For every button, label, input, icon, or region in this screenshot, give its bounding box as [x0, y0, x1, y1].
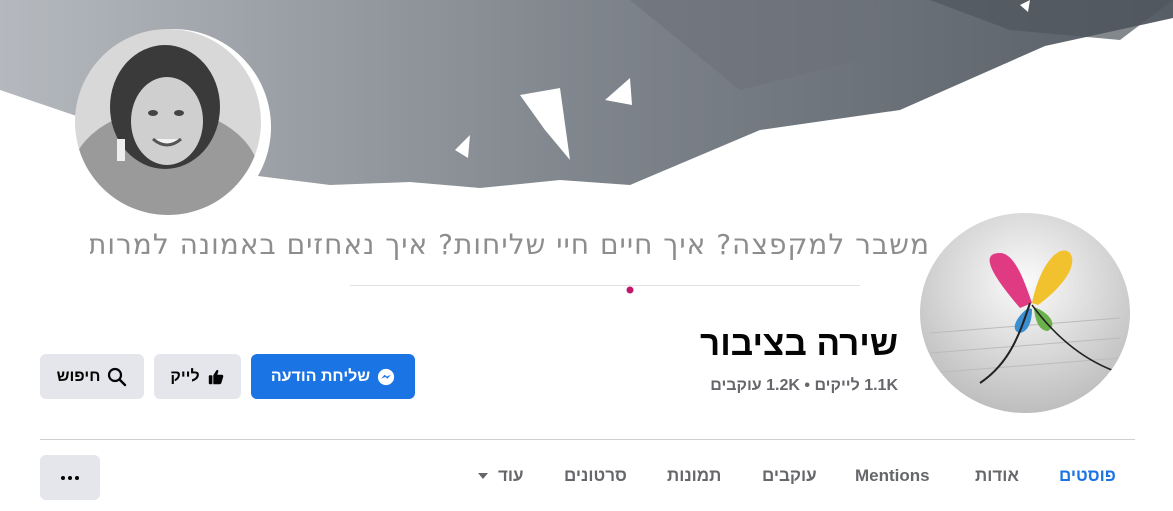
search-label: חיפוש: [56, 367, 101, 385]
more-dots-icon-dot: [68, 475, 72, 480]
search-icon: [108, 367, 127, 386]
search-button[interactable]: חיפוש: [40, 354, 144, 399]
caret-down-icon: [478, 473, 488, 479]
tab-mentions[interactable]: Mentions: [855, 466, 930, 486]
tab-more-label: עוד: [498, 466, 524, 485]
tab-more[interactable]: עוד: [478, 466, 524, 486]
like-button[interactable]: לייק: [154, 354, 241, 399]
stats-separator: •: [804, 377, 810, 394]
tab-photos[interactable]: תמונות: [667, 466, 721, 486]
cover-tagline: משבר למקפצה? איך חיים חיי שליחות? איך נא…: [90, 228, 930, 261]
more-dots-icon-dot: [75, 475, 79, 480]
thumbs-up-icon: [208, 369, 223, 384]
like-label: לייק: [170, 367, 200, 385]
more-options-button[interactable]: [40, 455, 100, 500]
send-message-label: שליחת הודעה: [270, 367, 371, 385]
tab-followers[interactable]: עוקבים: [762, 466, 817, 486]
tab-posts[interactable]: פוסטים: [1059, 466, 1116, 486]
page-title: שירה בציבור: [700, 324, 898, 363]
send-message-button[interactable]: שליחת הודעה: [251, 354, 415, 399]
likes-count[interactable]: 1.1K לייקים: [814, 377, 898, 394]
followers-count[interactable]: 1.2K עוקבים: [710, 377, 800, 394]
butterfly-logo-image: [920, 213, 1130, 413]
cover-portrait: [75, 29, 271, 225]
more-dots-icon: [61, 475, 65, 480]
profile-picture[interactable]: [916, 209, 1134, 417]
page-stats: 1.1K לייקים • 1.2K עוקבים: [710, 377, 898, 395]
header-divider: [40, 439, 1135, 440]
tab-about[interactable]: אודות: [975, 466, 1019, 486]
tab-videos[interactable]: סרטונים: [564, 466, 627, 486]
portrait-image: [75, 29, 261, 215]
messenger-icon: [378, 368, 395, 385]
